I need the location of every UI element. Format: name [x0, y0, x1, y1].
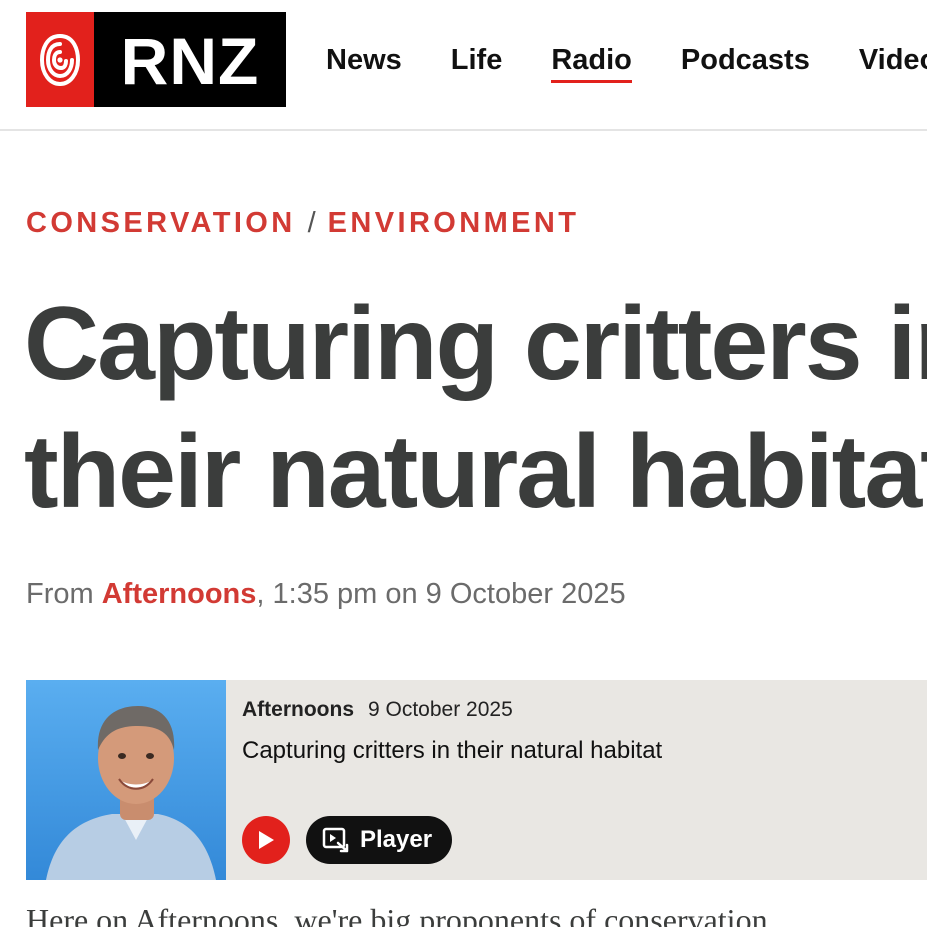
nav-item-news[interactable]: News	[326, 42, 402, 78]
presenter-photo	[26, 680, 226, 880]
play-icon	[259, 831, 274, 849]
category-separator: /	[307, 207, 316, 239]
page: RNZ News Life Radio Podcasts Video CONSE…	[0, 0, 927, 927]
presenter-portrait	[26, 680, 226, 880]
main-nav: News Life Radio Podcasts Video	[326, 42, 927, 83]
article-headline: Capturing critters in their natural habi…	[24, 286, 927, 530]
audio-card-program[interactable]: Afternoons	[242, 698, 354, 721]
nav-item-life[interactable]: Life	[451, 42, 503, 78]
audio-card-date: 9 October 2025	[368, 698, 513, 721]
nav-item-radio[interactable]: Radio	[551, 42, 632, 83]
open-player-button[interactable]: Player	[306, 816, 453, 864]
nav-item-video[interactable]: Video	[859, 42, 927, 78]
logo-wordmark: RNZ	[94, 12, 286, 107]
audio-card: Afternoons 9 October 2025 Capturing critt…	[26, 680, 927, 880]
article-body-first-line: Here on Afternoons, we're big proponents…	[26, 902, 768, 927]
article-byline: From Afternoons, 1:35 pm on 9 October 20…	[26, 578, 626, 611]
player-button-label: Player	[360, 826, 433, 853]
category-breadcrumb: CONSERVATION / ENVIRONMENT	[26, 207, 579, 240]
byline-prefix: From	[26, 578, 94, 610]
audio-card-meta: Afternoons 9 October 2025	[242, 698, 513, 722]
open-player-icon	[322, 827, 350, 853]
byline-time: , 1:35 pm on 9 October 2025	[256, 578, 626, 610]
byline-program-link[interactable]: Afternoons	[102, 578, 257, 610]
audio-card-body: Afternoons 9 October 2025 Capturing critt…	[226, 680, 927, 880]
play-button[interactable]	[242, 816, 290, 864]
category-link-conservation[interactable]: CONSERVATION	[26, 207, 296, 239]
category-link-environment[interactable]: ENVIRONMENT	[328, 207, 580, 239]
nav-item-podcasts[interactable]: Podcasts	[681, 42, 810, 78]
rnz-logo[interactable]: RNZ	[26, 12, 286, 107]
site-header: RNZ News Life Radio Podcasts Video	[0, 0, 927, 131]
audio-card-title[interactable]: Capturing critters in their natural habi…	[242, 737, 662, 765]
rnz-swirl-icon	[26, 12, 94, 107]
